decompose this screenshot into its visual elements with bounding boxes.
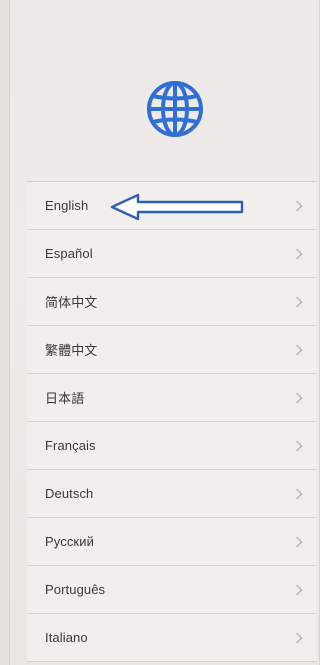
chevron-right-icon <box>295 200 303 212</box>
language-label: Italiano <box>45 630 88 645</box>
language-label: Русский <box>45 534 94 549</box>
language-option-traditional-chinese[interactable]: 繁體中文 <box>27 326 317 374</box>
language-option-portuguese[interactable]: Português <box>27 566 317 614</box>
chevron-right-icon <box>295 536 303 548</box>
chevron-right-icon <box>295 488 303 500</box>
language-label: 繁體中文 <box>45 343 98 358</box>
language-option-simplified-chinese[interactable]: 简体中文 <box>27 278 317 326</box>
chevron-right-icon <box>295 296 303 308</box>
chevron-right-icon <box>295 392 303 404</box>
language-label: Français <box>45 438 96 453</box>
language-label: 日本語 <box>45 391 85 406</box>
chevron-right-icon <box>295 584 303 596</box>
language-label: Español <box>45 246 93 261</box>
language-option-russian[interactable]: Русский <box>27 518 317 566</box>
language-label: Deutsch <box>45 486 94 501</box>
chevron-right-icon <box>295 632 303 644</box>
language-list: English Español 简体中文 繁體中文 日本語 Français D… <box>27 181 317 662</box>
chevron-right-icon <box>295 248 303 260</box>
language-selection-screen: English Español 简体中文 繁體中文 日本語 Français D… <box>9 0 320 665</box>
language-option-italian[interactable]: Italiano <box>27 614 317 662</box>
language-option-french[interactable]: Français <box>27 422 317 470</box>
left-arrow-icon <box>110 193 245 221</box>
globe-icon <box>145 79 205 139</box>
language-label: English <box>45 198 89 213</box>
language-option-japanese[interactable]: 日本語 <box>27 374 317 422</box>
chevron-right-icon <box>295 344 303 356</box>
language-option-german[interactable]: Deutsch <box>27 470 317 518</box>
language-label: Português <box>45 582 106 597</box>
chevron-right-icon <box>295 440 303 452</box>
language-label: 简体中文 <box>45 295 98 310</box>
language-option-spanish[interactable]: Español <box>27 230 317 278</box>
